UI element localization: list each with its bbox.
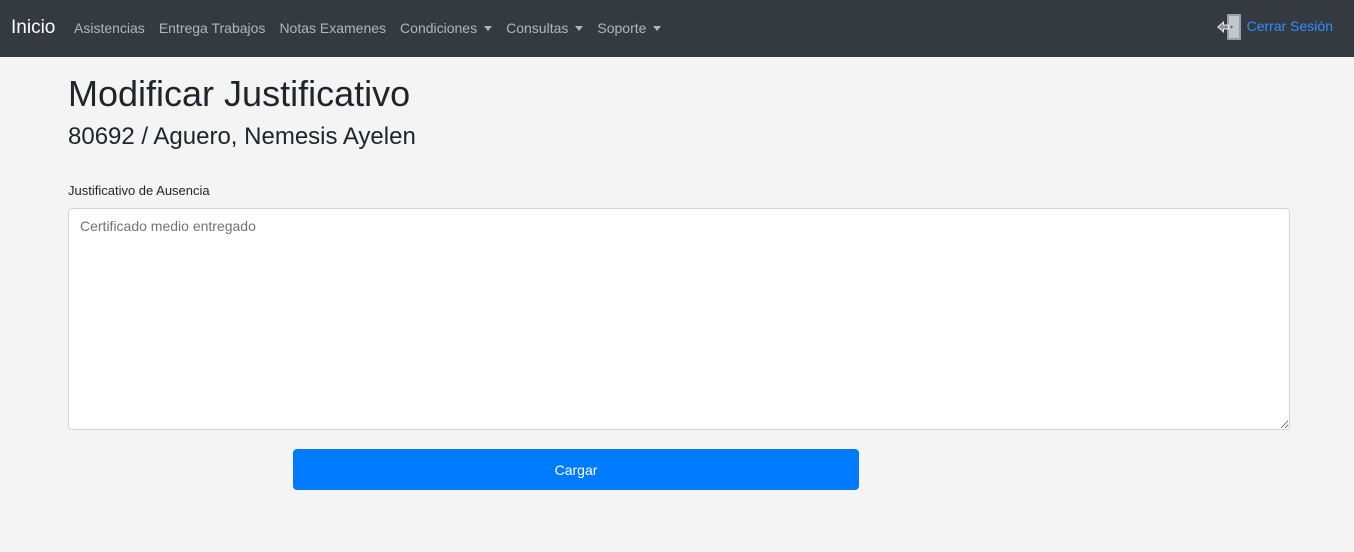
nav-item-label: Condiciones	[400, 20, 478, 36]
nav-menu: Asistencias Entrega Trabajos Notas Exame…	[74, 18, 675, 38]
nav-dropdown-consultas[interactable]: Consultas	[506, 18, 584, 38]
justificativo-textarea[interactable]	[68, 208, 1290, 430]
caret-down-icon	[575, 25, 584, 31]
nav-item-entrega-trabajos[interactable]: Entrega Trabajos	[159, 18, 266, 38]
brand-home-link[interactable]: Inicio	[11, 16, 55, 40]
nav-item-label: Notas Examenes	[279, 20, 387, 36]
cargar-button[interactable]: Cargar	[293, 449, 859, 490]
student-subtitle: 80692 / Aguero, Nemesis Ayelen	[68, 123, 416, 150]
justificativo-label: Justificativo de Ausencia	[68, 183, 210, 198]
nav-item-notas-examenes[interactable]: Notas Examenes	[279, 18, 386, 38]
logout-link[interactable]: Cerrar Sesión	[1216, 13, 1333, 41]
caret-down-icon	[484, 25, 493, 31]
logout-label: Cerrar Sesión	[1246, 18, 1333, 34]
nav-item-label: Soporte	[597, 20, 647, 36]
nav-dropdown-soporte[interactable]: Soporte	[597, 18, 662, 38]
caret-down-icon	[653, 25, 662, 31]
page-title: Modificar Justificativo	[68, 73, 411, 114]
nav-item-label: Asistencias	[74, 20, 145, 36]
nav-item-label: Consultas	[506, 20, 569, 36]
top-navbar: Inicio Asistencias Entrega Trabajos Nota…	[0, 0, 1354, 57]
door-exit-icon	[1216, 14, 1241, 40]
nav-item-asistencias[interactable]: Asistencias	[74, 18, 145, 38]
nav-item-label: Entrega Trabajos	[158, 20, 266, 36]
nav-dropdown-condiciones[interactable]: Condiciones	[400, 18, 493, 38]
